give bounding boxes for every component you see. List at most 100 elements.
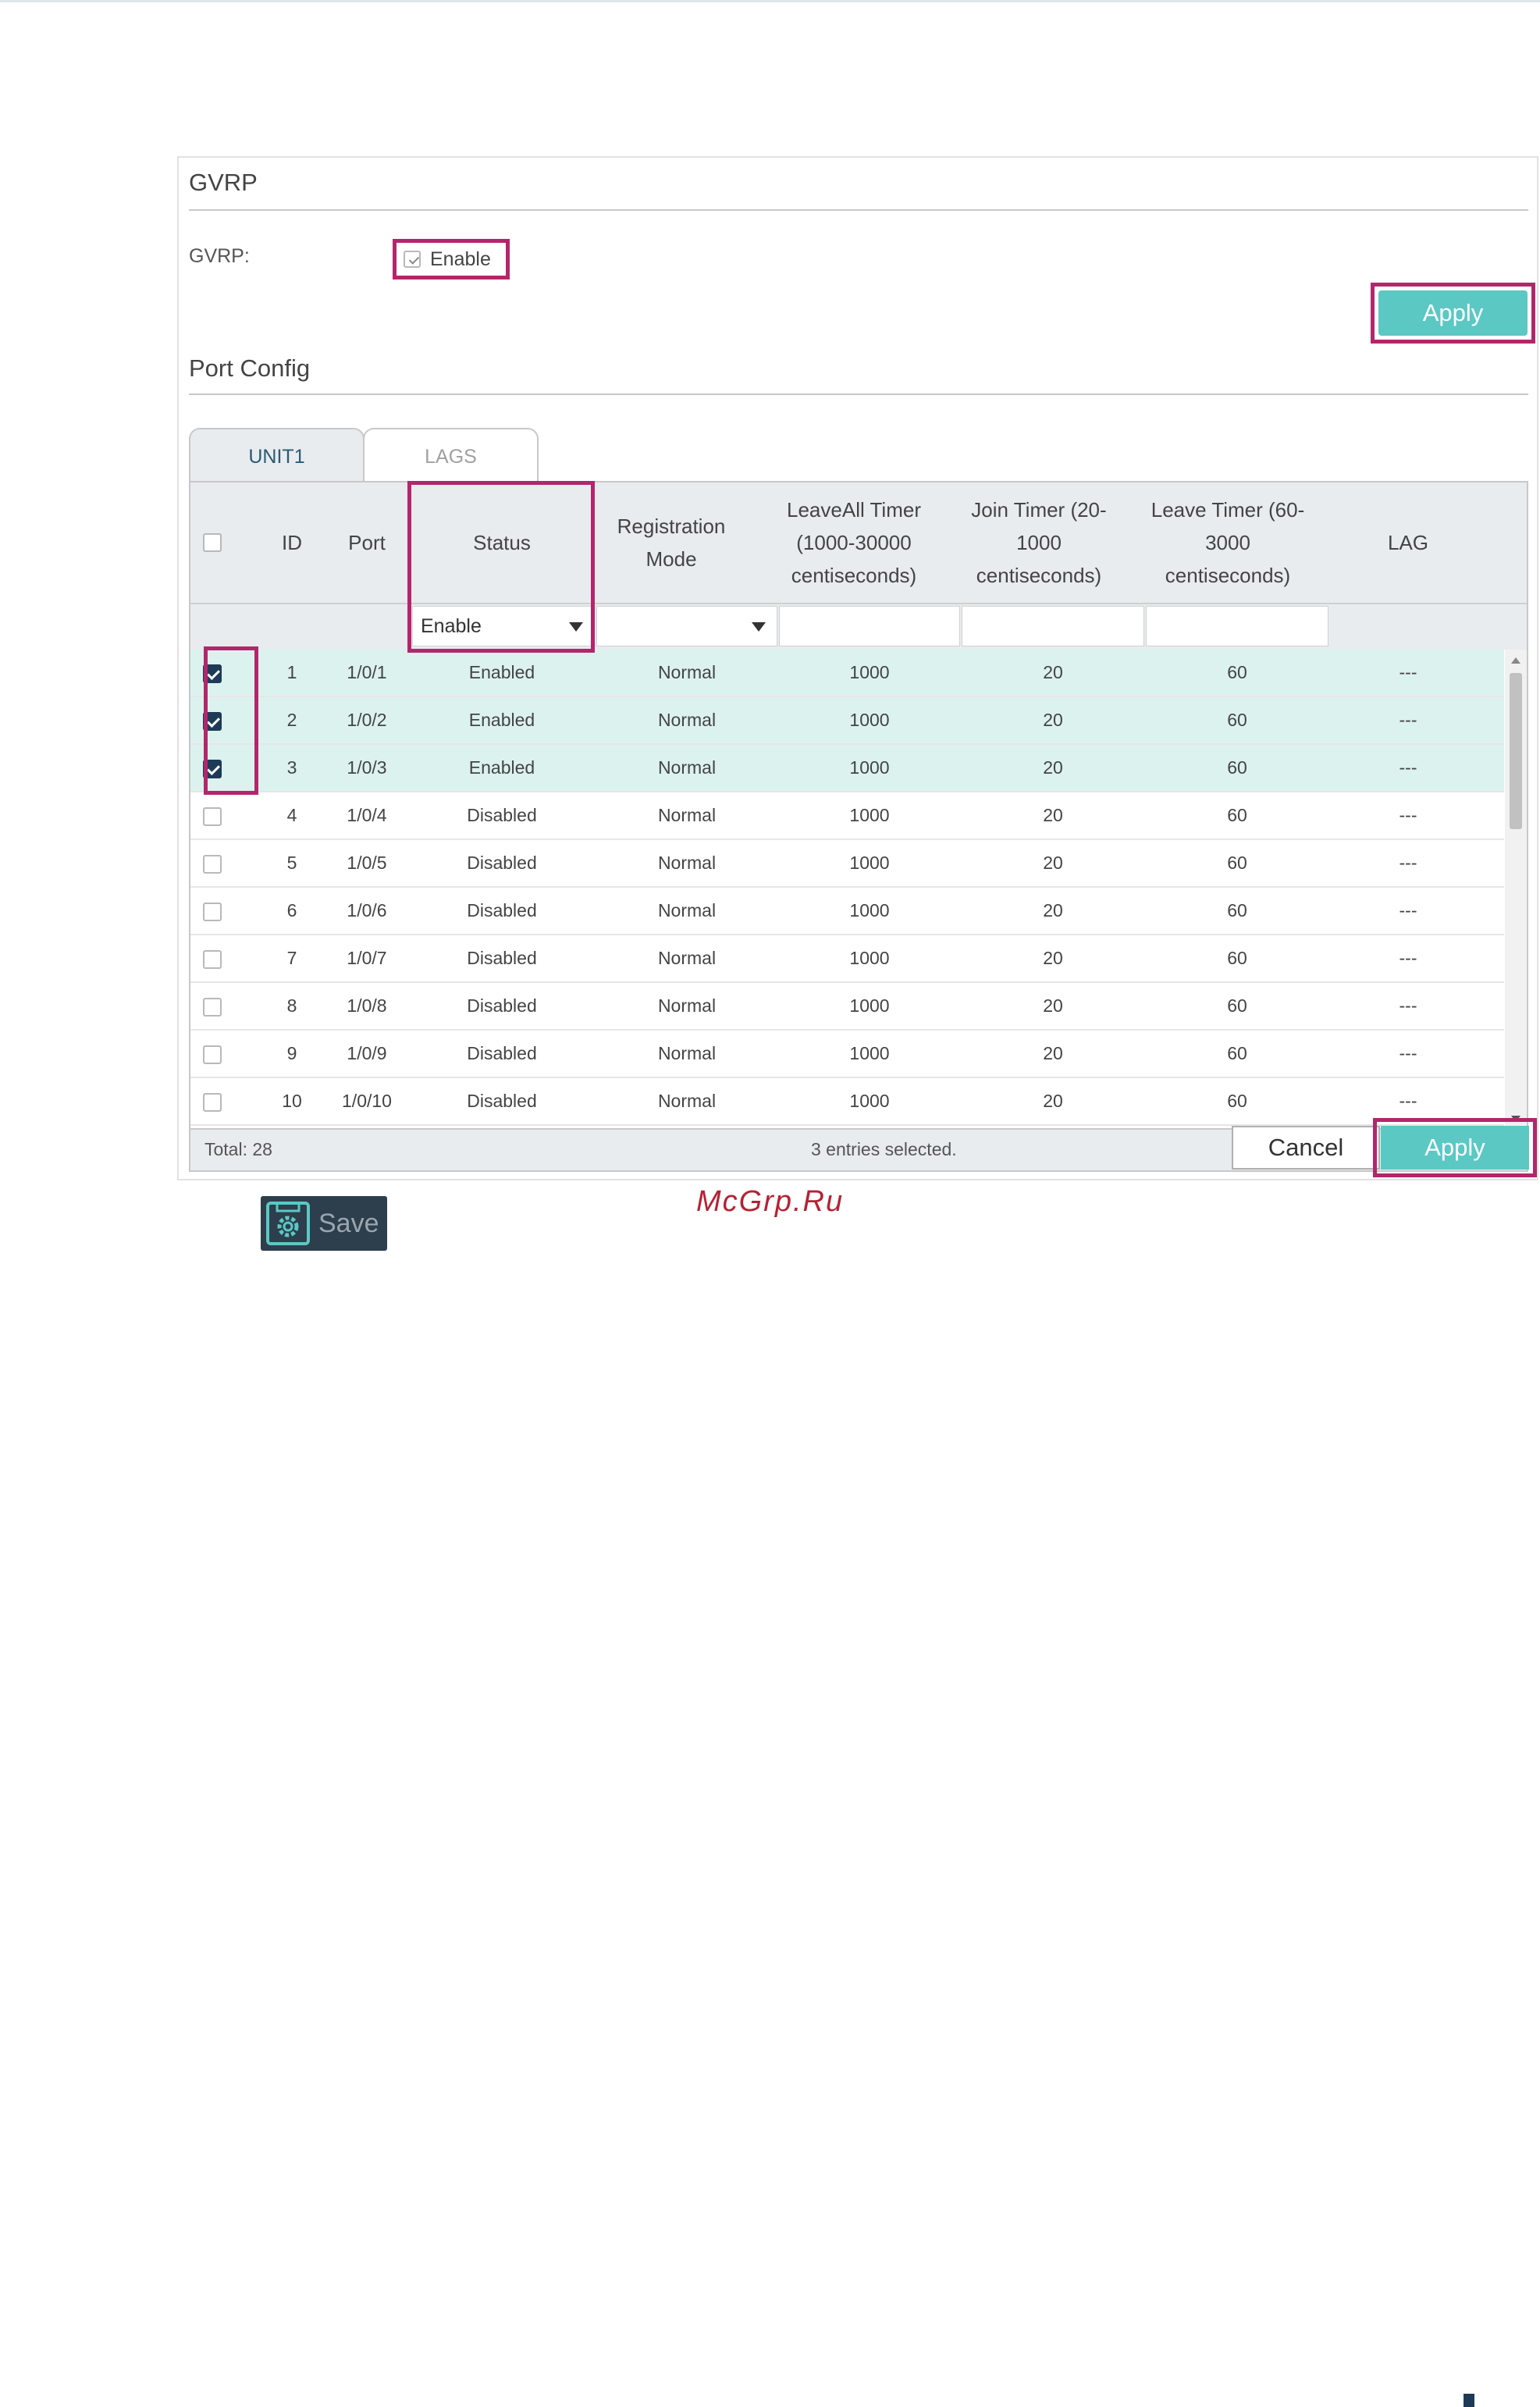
row-checkbox[interactable] xyxy=(203,997,222,1017)
cell-leaveall-timer: 1000 xyxy=(849,995,890,1016)
cell-port: 1/0/1 xyxy=(347,662,387,682)
table-row[interactable]: 8 1/0/8 Disabled Normal 1000 20 60 --- xyxy=(190,983,1504,1031)
row-select-cell[interactable] xyxy=(190,792,234,839)
gvrp-enable-option[interactable]: Enable xyxy=(404,247,491,272)
row-select-cell[interactable] xyxy=(190,840,234,886)
gvrp-section-divider xyxy=(189,209,1528,211)
cell-join-timer: 20 xyxy=(1043,805,1063,825)
cell-join-timer: 20 xyxy=(1043,757,1063,778)
save-label: Save xyxy=(318,1209,379,1238)
row-checkbox[interactable] xyxy=(203,1045,222,1064)
header-port: Port xyxy=(348,531,386,554)
table-row[interactable]: 7 1/0/7 Disabled Normal 1000 20 60 --- xyxy=(190,935,1504,983)
header-lag: LAG xyxy=(1387,531,1429,554)
row-checkbox[interactable] xyxy=(203,949,222,969)
join-timer-filter-input[interactable] xyxy=(962,606,1144,646)
cell-registration-mode: Normal xyxy=(657,948,717,968)
cell-id: 4 xyxy=(286,805,297,825)
table-row[interactable]: 6 1/0/6 Disabled Normal 1000 20 60 --- xyxy=(190,888,1504,935)
save-button[interactable]: Save xyxy=(261,1196,387,1251)
cell-id: 10 xyxy=(282,1091,302,1111)
row-select-cell[interactable] xyxy=(190,983,234,1029)
registration-mode-filter-select[interactable] xyxy=(596,606,777,646)
table-row[interactable]: 2 1/0/2 Enabled Normal 1000 20 60 --- xyxy=(190,697,1504,745)
row-checkbox[interactable] xyxy=(203,1092,222,1112)
total-count: Total: 28 xyxy=(205,1139,272,1159)
cell-port: 1/0/6 xyxy=(347,900,387,920)
gvrp-enable-checkbox[interactable] xyxy=(404,251,421,268)
row-select-cell[interactable] xyxy=(190,1078,234,1124)
cell-lag: --- xyxy=(1399,995,1417,1016)
port-config-table: ID Port Status Registration Mode LeaveAl… xyxy=(189,481,1528,1172)
cell-lag: --- xyxy=(1399,948,1417,968)
table-row[interactable]: 5 1/0/5 Disabled Normal 1000 20 60 --- xyxy=(190,840,1504,888)
cell-registration-mode: Normal xyxy=(657,662,717,682)
cell-registration-mode: Normal xyxy=(657,1091,717,1111)
tab-unit1[interactable]: UNIT1 xyxy=(189,428,365,482)
cell-leave-timer: 60 xyxy=(1227,995,1247,1016)
cell-leaveall-timer: 1000 xyxy=(849,948,890,968)
cell-join-timer: 20 xyxy=(1043,900,1063,920)
selected-rows-highlight-box xyxy=(204,646,258,795)
cell-status: Enabled xyxy=(468,757,535,778)
cancel-button[interactable]: Cancel xyxy=(1232,1126,1380,1170)
header-leave-timer: Leave Timer (60-3000 centiseconds) xyxy=(1151,498,1305,587)
cell-leave-timer: 60 xyxy=(1227,948,1247,968)
gvrp-apply-button[interactable]: Apply xyxy=(1378,290,1528,336)
cell-port: 1/0/5 xyxy=(347,853,387,873)
cell-leaveall-timer: 1000 xyxy=(849,1043,890,1063)
table-row[interactable]: 10 1/0/10 Disabled Normal 1000 20 60 --- xyxy=(190,1078,1504,1126)
registration-mode-filter-dropdown-icon xyxy=(752,622,766,632)
cell-join-timer: 20 xyxy=(1043,853,1063,873)
cell-leave-timer: 60 xyxy=(1227,1091,1247,1111)
header-select-all[interactable] xyxy=(190,482,234,603)
row-select-cell[interactable] xyxy=(190,888,234,934)
page-top-rule xyxy=(0,0,1540,2)
gvrp-label: GVRP: xyxy=(189,245,250,267)
scroll-thumb[interactable] xyxy=(1510,673,1522,829)
scroll-up-arrow-icon[interactable] xyxy=(1511,657,1520,664)
cell-port: 1/0/2 xyxy=(347,710,387,730)
table-row[interactable]: 1 1/0/1 Enabled Normal 1000 20 60 --- xyxy=(190,650,1504,697)
cell-lag: --- xyxy=(1399,805,1417,825)
select-all-checkbox[interactable] xyxy=(203,533,222,552)
header-leaveall-timer: LeaveAll Timer (1000-30000 centiseconds) xyxy=(787,498,921,587)
leaveall-timer-filter-input[interactable] xyxy=(779,606,960,646)
cell-join-timer: 20 xyxy=(1043,662,1063,682)
leave-timer-filter-input[interactable] xyxy=(1146,606,1328,646)
cell-port: 1/0/4 xyxy=(347,805,387,825)
row-checkbox[interactable] xyxy=(203,902,222,921)
cell-registration-mode: Normal xyxy=(657,995,717,1016)
cell-id: 1 xyxy=(286,662,297,682)
table-row[interactable]: 9 1/0/9 Disabled Normal 1000 20 60 --- xyxy=(190,1031,1504,1078)
cell-status: Disabled xyxy=(467,805,537,825)
table-row[interactable]: 3 1/0/3 Enabled Normal 1000 20 60 --- xyxy=(190,745,1504,792)
cell-leave-timer: 60 xyxy=(1227,710,1247,730)
cell-leaveall-timer: 1000 xyxy=(849,1091,890,1111)
watermark-text: McGrp.Ru xyxy=(696,1185,845,1218)
status-column-highlight-box xyxy=(407,481,595,653)
port-config-section-title: Port Config xyxy=(189,354,311,382)
table-row[interactable]: 4 1/0/4 Disabled Normal 1000 20 60 --- xyxy=(190,792,1504,840)
cell-id: 8 xyxy=(286,995,297,1016)
row-checkbox[interactable] xyxy=(203,854,222,874)
cell-leave-timer: 60 xyxy=(1227,805,1247,825)
row-checkbox[interactable] xyxy=(203,806,222,826)
filter-row: Enable xyxy=(190,603,1527,650)
row-select-cell[interactable] xyxy=(190,1031,234,1077)
cell-join-timer: 20 xyxy=(1043,1091,1063,1111)
gvrp-section-title: GVRP xyxy=(189,169,258,196)
page-corner-mark xyxy=(1464,2394,1474,2407)
row-select-cell[interactable] xyxy=(190,935,234,981)
table-header: ID Port Status Registration Mode LeaveAl… xyxy=(190,482,1527,603)
cell-registration-mode: Normal xyxy=(657,757,717,778)
table-scrollbar[interactable] xyxy=(1505,650,1527,1128)
header-id: ID xyxy=(282,531,302,554)
cell-registration-mode: Normal xyxy=(657,710,717,730)
cell-status: Enabled xyxy=(468,662,535,682)
cell-leaveall-timer: 1000 xyxy=(849,853,890,873)
port-config-apply-button[interactable]: Apply xyxy=(1381,1126,1529,1170)
cell-leaveall-timer: 1000 xyxy=(849,662,890,682)
tab-lags[interactable]: LAGS xyxy=(363,428,539,482)
cell-leaveall-timer: 1000 xyxy=(849,710,890,730)
